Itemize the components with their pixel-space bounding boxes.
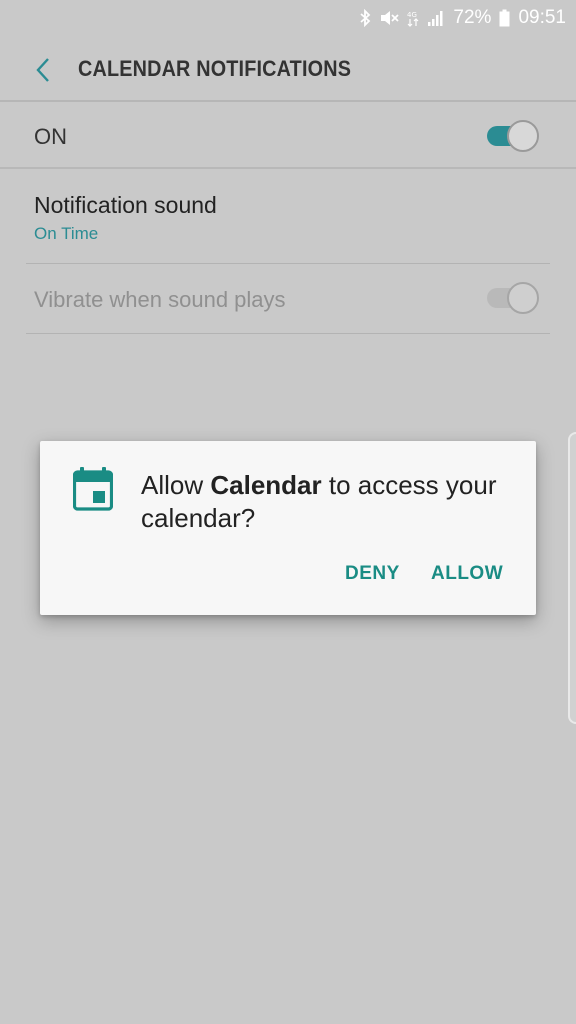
app-name: Calendar bbox=[210, 470, 322, 500]
back-button[interactable] bbox=[26, 53, 60, 87]
master-toggle-row[interactable]: ON bbox=[0, 103, 576, 169]
deny-button[interactable]: DENY bbox=[345, 563, 400, 585]
permission-message: Allow Calendar to access your calendar? bbox=[141, 469, 501, 535]
message-prefix: Allow bbox=[141, 470, 211, 500]
clock: 09:51 bbox=[518, 7, 566, 28]
app-header: CALENDAR NOTIFICATIONS bbox=[0, 36, 576, 102]
permission-dialog: Allow Calendar to access your calendar? … bbox=[40, 441, 536, 615]
master-toggle[interactable] bbox=[485, 120, 539, 152]
svg-text:4G: 4G bbox=[407, 11, 417, 19]
allow-button[interactable]: ALLOW bbox=[431, 563, 503, 585]
divider bbox=[26, 333, 550, 334]
notification-sound-row[interactable]: Notification sound On Time bbox=[0, 170, 576, 264]
battery-percent: 72% bbox=[453, 7, 492, 28]
master-toggle-label: ON bbox=[34, 124, 67, 149]
calendar-icon bbox=[73, 467, 113, 511]
notification-sound-title: Notification sound bbox=[34, 192, 217, 218]
chevron-left-icon bbox=[36, 58, 49, 82]
signal-icon bbox=[427, 9, 445, 27]
page-title: CALENDAR NOTIFICATIONS bbox=[78, 56, 352, 81]
data-icon: 4G bbox=[407, 9, 419, 27]
vibrate-row[interactable]: Vibrate when sound plays bbox=[0, 264, 576, 334]
bluetooth-icon bbox=[359, 9, 371, 27]
battery-icon bbox=[499, 9, 510, 27]
notification-sound-value: On Time bbox=[34, 224, 99, 243]
mute-icon bbox=[379, 9, 400, 27]
vibrate-toggle[interactable] bbox=[485, 282, 539, 314]
edge-panel-handle[interactable] bbox=[568, 432, 576, 724]
status-bar: 4G 72% 09:51 bbox=[0, 0, 576, 36]
vibrate-title: Vibrate when sound plays bbox=[34, 287, 286, 312]
